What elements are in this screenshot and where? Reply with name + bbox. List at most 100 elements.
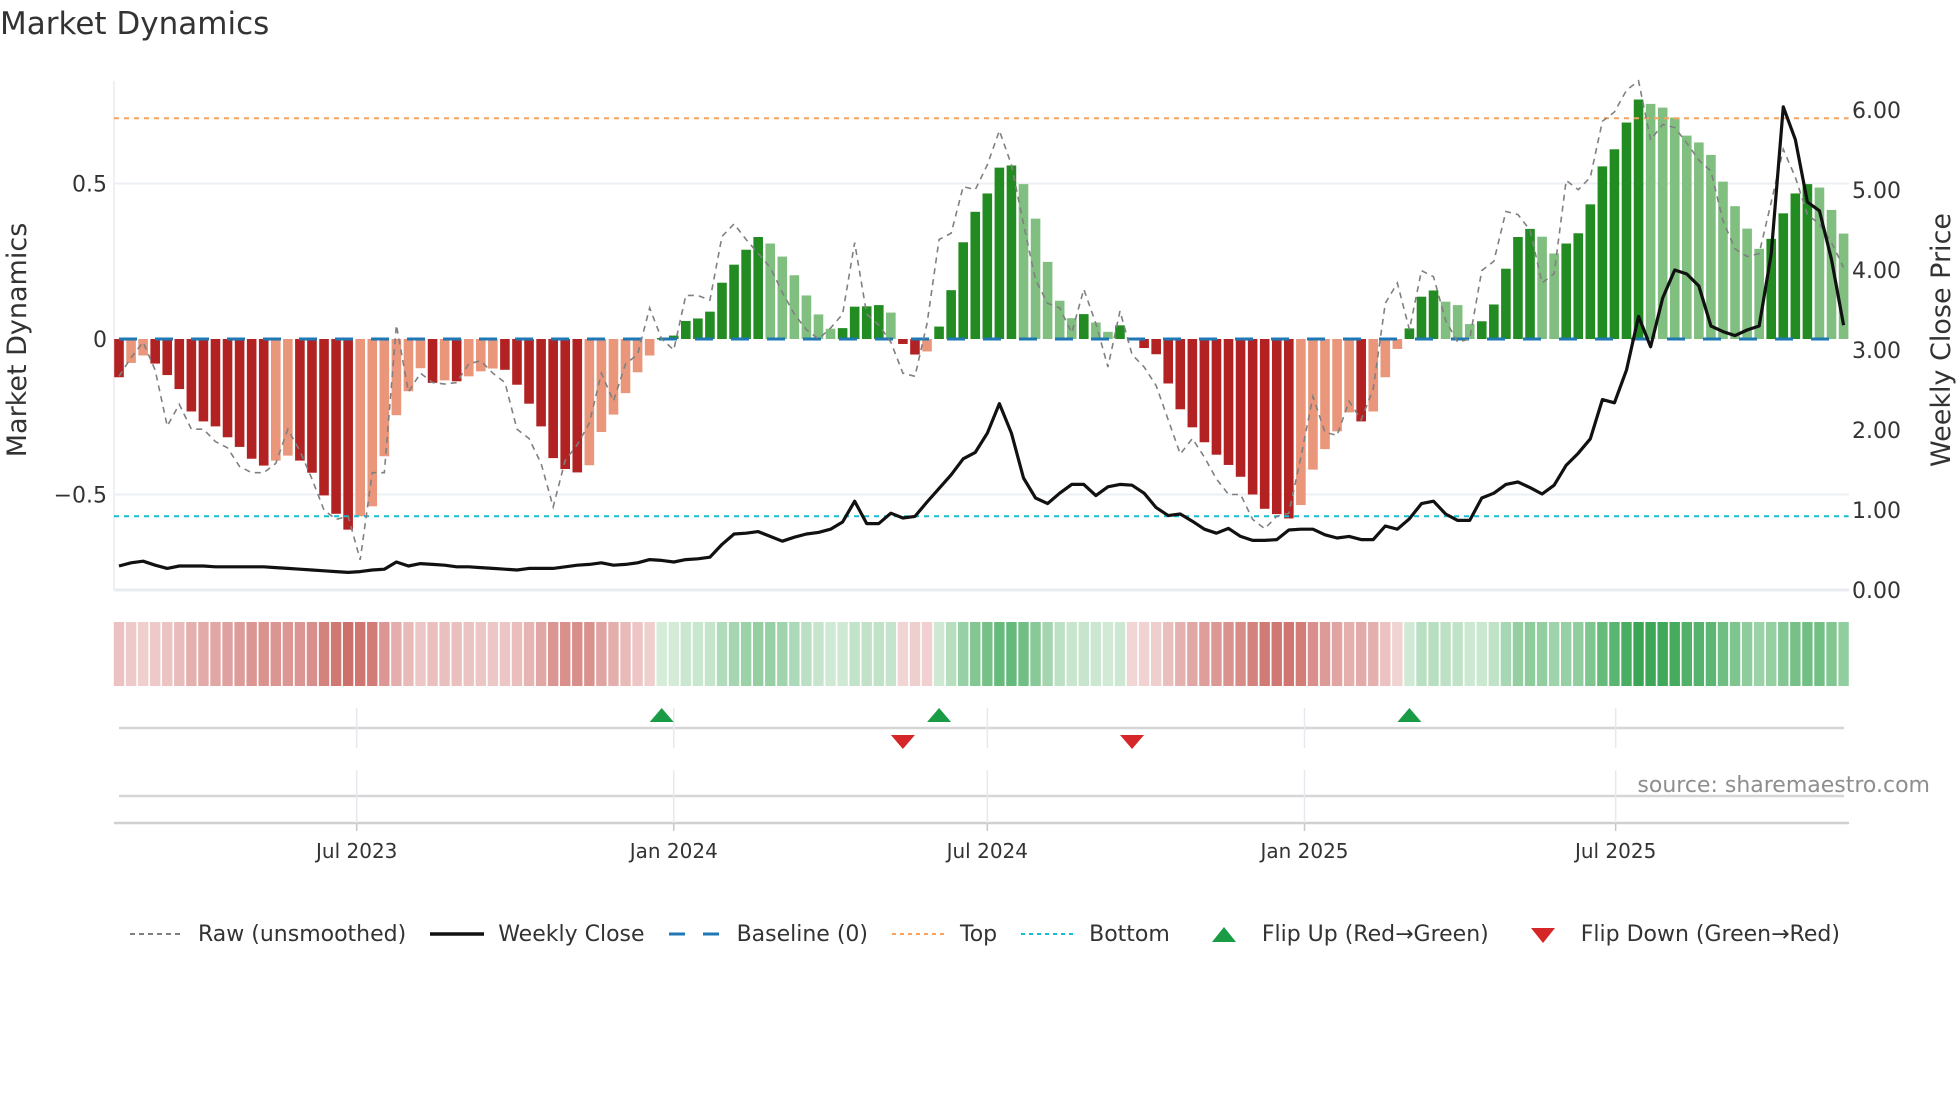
heat-cell	[1573, 622, 1584, 686]
heat-cell	[1355, 622, 1367, 686]
heat-cell	[1814, 622, 1825, 686]
momentum-bar	[198, 339, 209, 422]
heat-cell	[1199, 622, 1210, 686]
heat-cell	[825, 622, 836, 686]
heat-cell	[1018, 622, 1029, 686]
momentum-bar	[1163, 339, 1174, 384]
heat-cell	[1259, 622, 1270, 686]
heat-cell	[547, 622, 559, 686]
top-swatch-icon	[892, 932, 946, 935]
y2-tick-label: 0.00	[1852, 579, 1901, 604]
momentum-bar	[970, 211, 981, 339]
momentum-bar	[1633, 99, 1644, 339]
flip-down-marker	[1120, 735, 1145, 749]
momentum-bar	[1223, 339, 1234, 465]
momentum-bar	[849, 306, 860, 339]
heat-cell	[656, 622, 667, 686]
heat-cell	[1717, 622, 1729, 686]
momentum-bar	[1368, 339, 1379, 412]
y2-tick-label: 5.00	[1852, 179, 1901, 204]
heat-cell	[958, 622, 969, 686]
momentum-bar	[1428, 290, 1439, 339]
heat-cell	[584, 622, 595, 686]
legend-item-bottom: Bottom	[1019, 922, 1170, 947]
heat-cell	[1235, 622, 1246, 686]
heat-cell	[1500, 622, 1512, 686]
heat-cell	[1150, 622, 1162, 686]
momentum-bar	[463, 339, 474, 377]
momentum-bar	[1320, 339, 1330, 450]
momentum-bar	[825, 328, 836, 339]
heat-cell	[1114, 622, 1126, 686]
heat-cell	[596, 622, 607, 686]
legend-label: Top	[960, 922, 998, 947]
momentum-bar	[548, 339, 558, 459]
x-tick-label: Jan 2024	[628, 839, 718, 863]
heat-cell	[1645, 622, 1656, 686]
momentum-bar	[500, 339, 510, 370]
heat-cell	[837, 622, 848, 686]
x-tick-label: Jan 2025	[1258, 839, 1348, 863]
heat-cell	[933, 622, 945, 686]
momentum-bar	[705, 311, 715, 339]
heat-cell	[1778, 622, 1789, 686]
heat-cell	[1247, 622, 1258, 686]
momentum-bar	[1452, 305, 1463, 339]
heat-cell	[1404, 622, 1415, 686]
heat-cell	[246, 622, 257, 686]
series-lines	[118, 79, 1846, 575]
heat-cell	[1705, 622, 1717, 686]
momentum-bar	[1501, 268, 1511, 339]
heat-cell	[680, 622, 692, 686]
momentum-bar	[1380, 339, 1391, 378]
heat-cell	[632, 622, 643, 686]
legend-item-top: Top	[890, 922, 997, 947]
momentum-bar	[283, 339, 293, 456]
momentum-bar	[476, 339, 486, 372]
heat-cell	[1078, 622, 1089, 686]
momentum-bar	[1489, 304, 1499, 339]
momentum-bars	[114, 99, 1849, 530]
heat-cell	[1138, 622, 1150, 686]
heat-cell	[1609, 622, 1620, 686]
momentum-bar	[681, 320, 691, 339]
raw-unsmoothed-line	[118, 79, 1845, 561]
heat-cell	[487, 622, 499, 686]
momentum-bar	[982, 193, 993, 339]
heat-cell	[572, 622, 583, 686]
heat-cell	[1416, 622, 1427, 686]
heat-cell	[1295, 622, 1307, 686]
heat-cell	[692, 622, 704, 686]
heat-cell	[125, 622, 137, 686]
flip-panel	[114, 708, 1849, 831]
heat-cell	[1669, 622, 1680, 686]
baseline-swatch-icon	[668, 932, 723, 935]
legend-item-flip-down: Flip Down (Green→Red)	[1511, 922, 1840, 947]
x-tick-label: Jul 2024	[945, 839, 1028, 863]
momentum-bar	[1730, 206, 1740, 339]
legend-item-raw: Raw (unsmoothed)	[128, 922, 406, 947]
heat-cell	[1380, 622, 1391, 686]
heat-cell	[475, 622, 486, 686]
heat-cell	[945, 622, 957, 686]
heat-cell	[1464, 622, 1475, 686]
heat-cell	[162, 622, 173, 686]
momentum-bar	[1199, 339, 1210, 443]
momentum-bar	[777, 256, 788, 339]
momentum-bar	[1790, 193, 1801, 339]
heat-cell	[982, 622, 993, 686]
momentum-bar	[439, 339, 450, 381]
heat-cell	[258, 622, 269, 686]
heat-cell	[1102, 622, 1114, 686]
momentum-bar	[1151, 339, 1161, 355]
legend-label: Flip Down (Green→Red)	[1580, 922, 1840, 947]
momentum-bar	[837, 328, 848, 339]
heat-cell	[186, 622, 197, 686]
y-axis-label: Market Dynamics	[2, 223, 33, 458]
heat-cell	[1090, 622, 1102, 686]
momentum-bar	[946, 290, 956, 339]
heat-cell	[1054, 622, 1065, 686]
momentum-bar	[560, 339, 571, 469]
heat-cell	[801, 622, 812, 686]
momentum-bar	[741, 249, 751, 339]
